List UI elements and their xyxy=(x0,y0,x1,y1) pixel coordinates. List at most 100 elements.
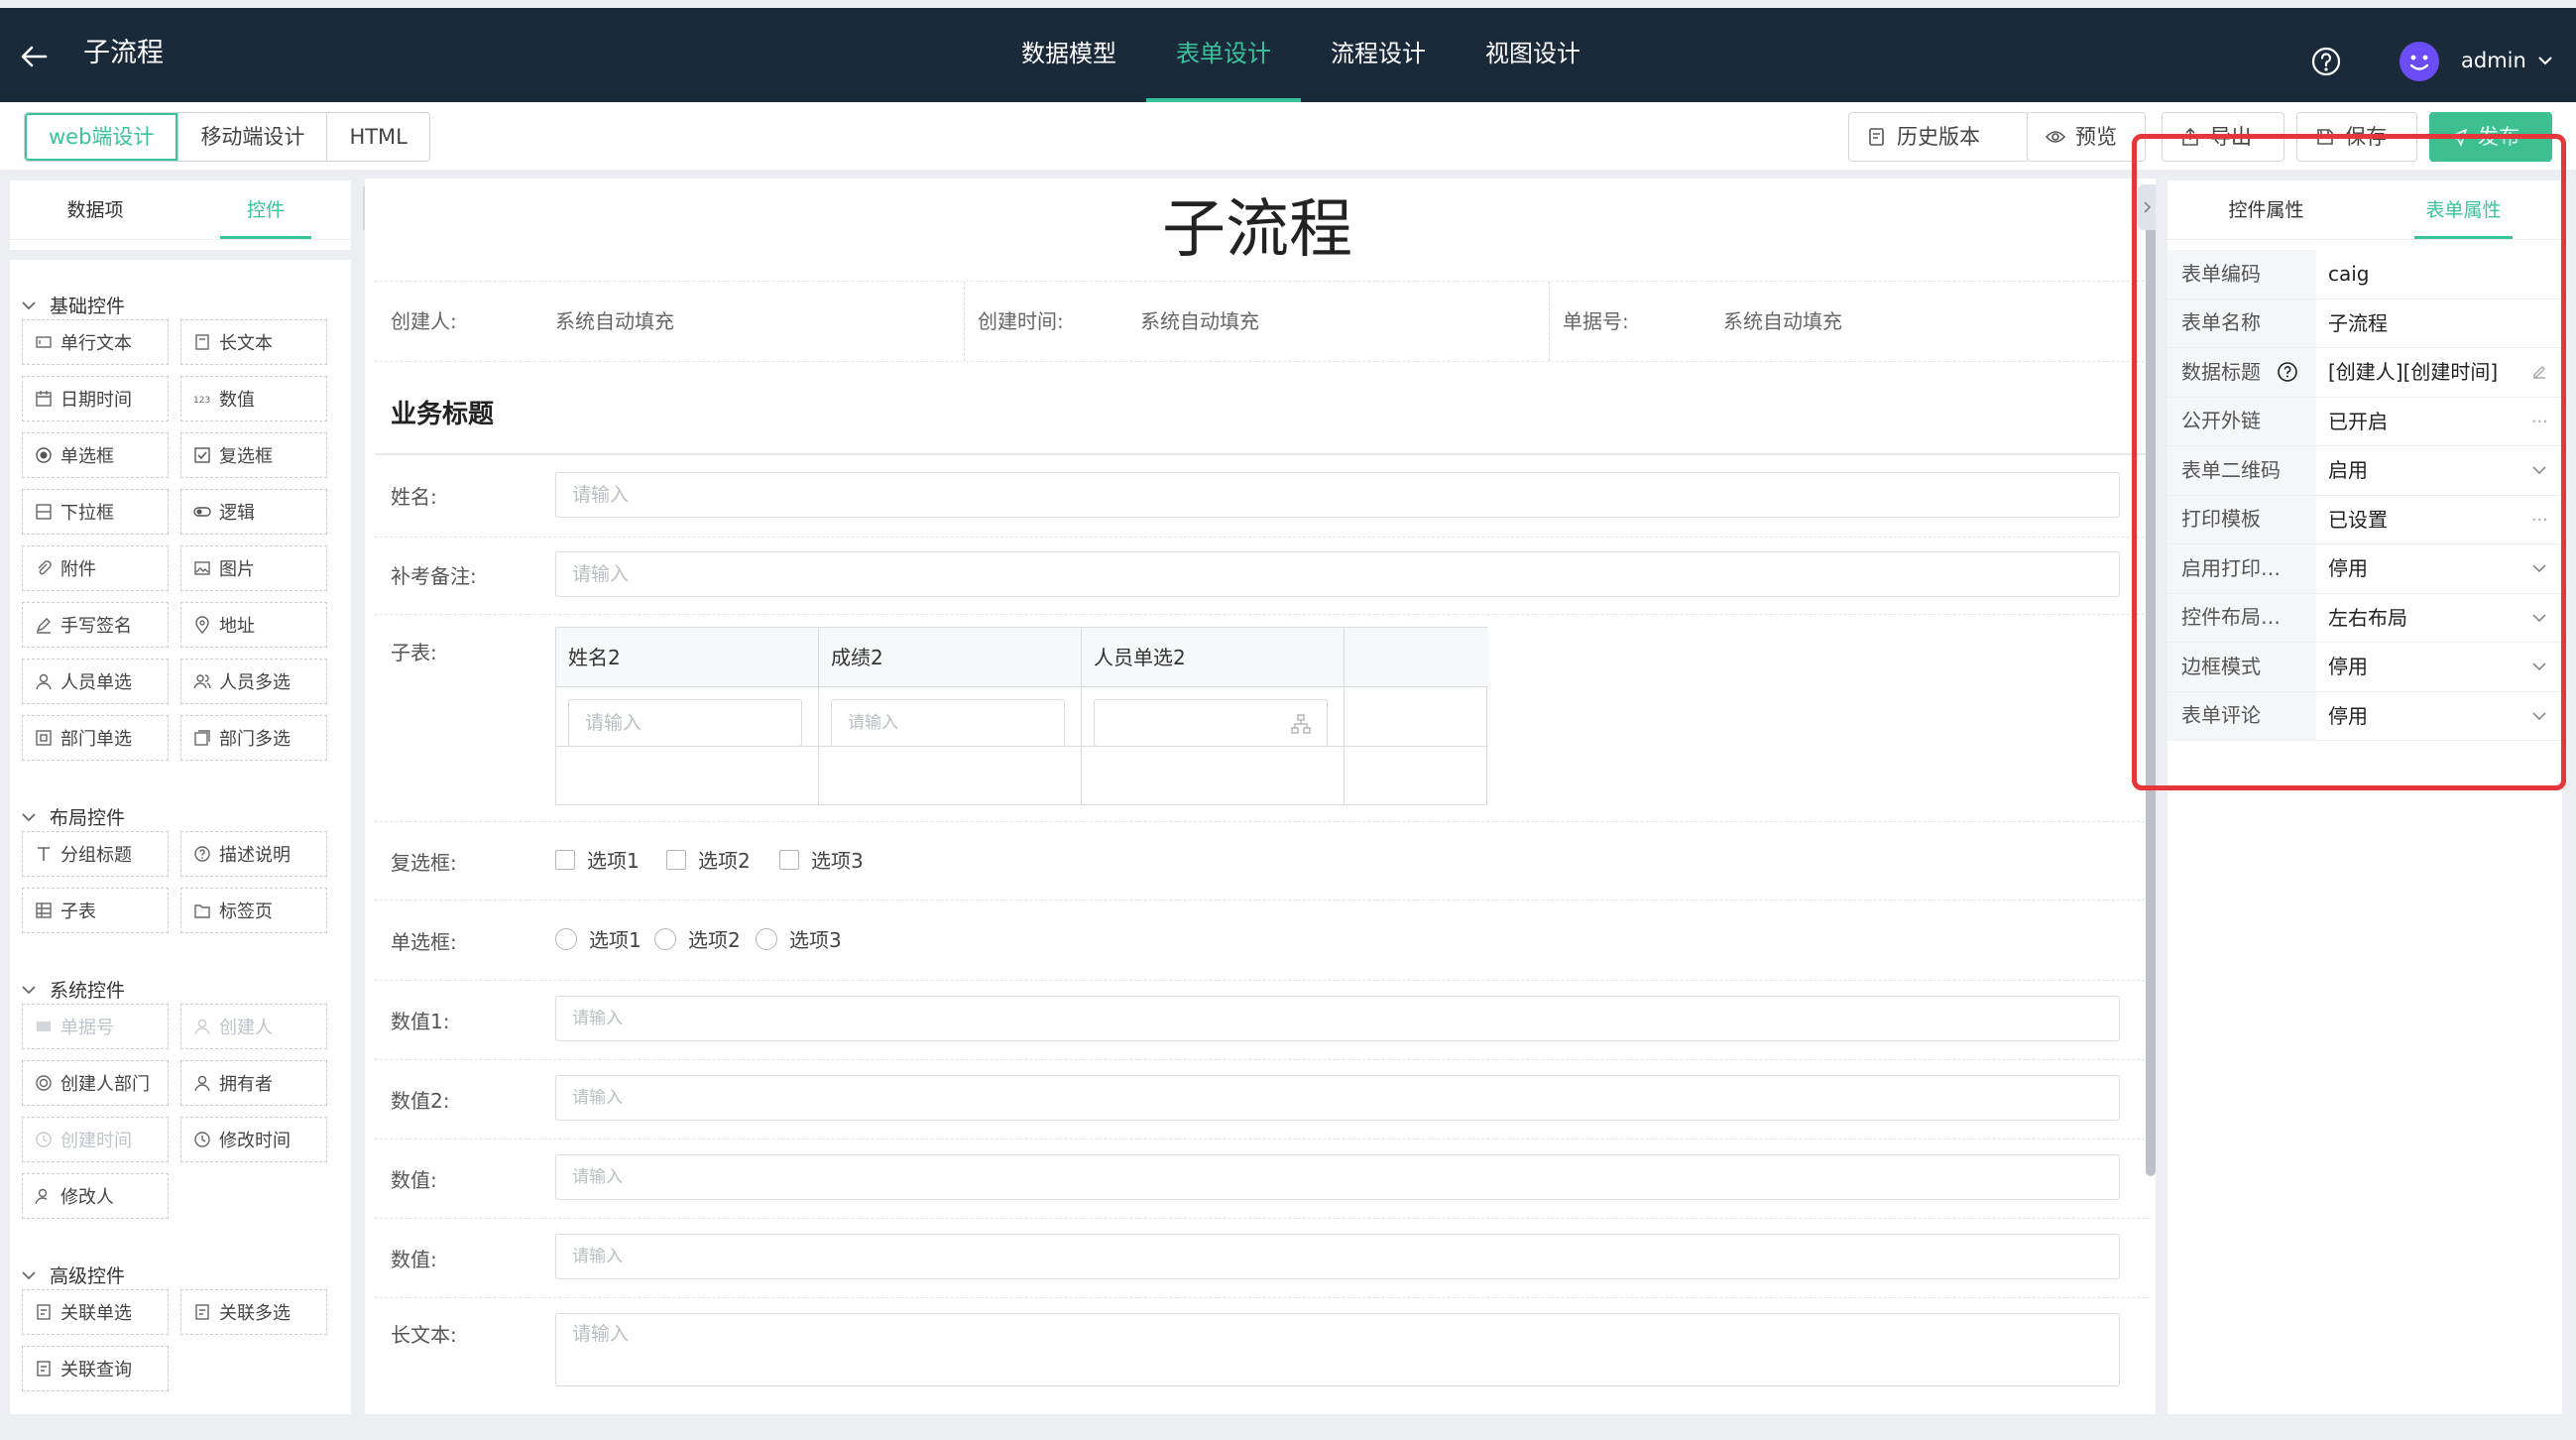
mode-mobile-design[interactable]: 移动端设计 xyxy=(177,113,326,161)
mode-html[interactable]: HTML xyxy=(326,113,428,161)
user-icon xyxy=(194,1075,210,1092)
control-single-line-text[interactable]: 单行文本 xyxy=(22,319,169,365)
group-system[interactable]: 系统控件 xyxy=(20,976,125,1003)
text-field-icon xyxy=(36,336,52,348)
edit-icon[interactable] xyxy=(2530,363,2548,381)
control-dept-multi[interactable]: 部门多选 xyxy=(180,715,327,761)
subtable-cell: 请输入 xyxy=(819,687,1082,747)
group-layout[interactable]: 布局控件 xyxy=(20,803,125,830)
enable-print-select[interactable]: 停用 xyxy=(2316,544,2562,593)
save-label: 保存 xyxy=(2345,125,2387,149)
help-icon[interactable] xyxy=(2310,46,2342,77)
number2-input[interactable]: 请输入 xyxy=(555,1075,2120,1121)
tab-form-properties[interactable]: 表单属性 xyxy=(2365,180,2562,239)
publish-button[interactable]: 发布 xyxy=(2429,112,2552,162)
form-code-input[interactable]: caig xyxy=(2316,250,2562,299)
radio-option-3[interactable]: 选项3 xyxy=(756,924,842,953)
control-description[interactable]: 描述说明 xyxy=(180,831,327,877)
longtext-textarea[interactable]: 请输入 xyxy=(555,1313,2120,1386)
radio-option-1[interactable]: 选项1 xyxy=(555,924,642,953)
border-mode-select[interactable]: 停用 xyxy=(2316,643,2562,691)
back-arrow-icon[interactable] xyxy=(18,42,50,71)
question-circle-icon xyxy=(2278,362,2297,383)
control-relation-single[interactable]: 关联单选 xyxy=(22,1289,169,1335)
control-modified-time[interactable]: 修改时间 xyxy=(180,1117,327,1162)
send-icon xyxy=(2448,127,2468,147)
remark-input[interactable]: 请输入 xyxy=(555,551,2120,597)
nav-tab-data-model[interactable]: 数据模型 xyxy=(992,8,1146,102)
subtable[interactable]: 姓名2 成绩2 人员单选2 请输入 请输入 xyxy=(555,627,1488,805)
subtable-user-picker[interactable] xyxy=(1094,699,1328,747)
control-image[interactable]: 图片 xyxy=(180,545,327,591)
group-advanced[interactable]: 高级控件 xyxy=(20,1261,125,1288)
save-button[interactable]: 保存 xyxy=(2296,112,2417,162)
checkbox-option-2[interactable]: 选项2 xyxy=(666,845,751,874)
field-label-number1: 数值1: xyxy=(391,1010,450,1033)
control-subtable[interactable]: 子表 xyxy=(22,888,169,933)
control-owner[interactable]: 拥有者 xyxy=(180,1060,327,1106)
export-button[interactable]: 导出 xyxy=(2162,112,2284,162)
name-input[interactable]: 请输入 xyxy=(555,472,2120,518)
form-title: 子流程 xyxy=(1162,193,1352,267)
export-label: 导出 xyxy=(2210,125,2252,149)
tab-control-properties[interactable]: 控件属性 xyxy=(2167,180,2365,239)
avatar[interactable] xyxy=(2400,42,2439,81)
chevron-down-icon xyxy=(2530,707,2548,725)
form-comment-select[interactable]: 停用 xyxy=(2316,692,2562,741)
nav-tab-view-design[interactable]: 视图设计 xyxy=(1456,8,1610,102)
control-user-multi[interactable]: 人员多选 xyxy=(180,659,327,704)
group-title: 高级控件 xyxy=(50,1265,126,1287)
collapse-right-panel-handle[interactable] xyxy=(2138,184,2156,230)
preview-button[interactable]: 预览 xyxy=(2027,112,2146,162)
subtable-name-input[interactable]: 请输入 xyxy=(568,699,802,747)
control-relation-multi[interactable]: 关联多选 xyxy=(180,1289,327,1335)
nav-tab-flow-design[interactable]: 流程设计 xyxy=(1301,8,1456,102)
radio-option-2[interactable]: 选项2 xyxy=(654,924,741,953)
control-address[interactable]: 地址 xyxy=(180,602,327,648)
number1-input[interactable]: 请输入 xyxy=(555,996,2120,1041)
print-template-value[interactable]: 已设置 ··· xyxy=(2316,496,2562,544)
checkbox-option-3[interactable]: 选项3 xyxy=(779,845,864,874)
number3-input[interactable]: 请输入 xyxy=(555,1154,2120,1200)
control-creator-dept[interactable]: 创建人部门 xyxy=(22,1060,169,1106)
checkbox-option-1[interactable]: 选项1 xyxy=(555,845,640,874)
user-name[interactable]: admin xyxy=(2461,46,2526,75)
qrcode-select[interactable]: 启用 xyxy=(2316,446,2562,495)
nav-tab-form-design[interactable]: 表单设计 xyxy=(1146,8,1301,102)
control-number[interactable]: 123 数值 xyxy=(180,376,327,421)
control-user-single[interactable]: 人员单选 xyxy=(22,659,169,704)
group-basic[interactable]: 基础控件 xyxy=(20,292,125,318)
control-list: 基础控件 单行文本 长文本 日期时间 123 数值 单选框 复选框 下拉框 逻辑 … xyxy=(10,250,351,1414)
subtable-header-empty xyxy=(1345,628,1488,687)
control-radio[interactable]: 单选框 xyxy=(22,432,169,478)
subtable-score-input[interactable]: 请输入 xyxy=(831,699,1065,747)
chevron-down-icon[interactable] xyxy=(2536,52,2554,69)
control-attachment[interactable]: 附件 xyxy=(22,545,169,591)
control-modifier[interactable]: 修改人 xyxy=(22,1173,169,1219)
chevron-down-icon xyxy=(2530,658,2548,675)
control-dept-single[interactable]: 部门单选 xyxy=(22,715,169,761)
control-group-title[interactable]: 分组标题 xyxy=(22,831,169,877)
control-layout-select[interactable]: 左右布局 xyxy=(2316,594,2562,643)
tab-data-items[interactable]: 数据项 xyxy=(10,180,180,239)
control-dropdown[interactable]: 下拉框 xyxy=(22,489,169,535)
control-logic[interactable]: 逻辑 xyxy=(180,489,327,535)
control-checkbox[interactable]: 复选框 xyxy=(180,432,327,478)
data-title-value[interactable]: [创建人][创建时间] xyxy=(2316,348,2562,397)
sys-field-created-time-label: 创建时间: xyxy=(978,309,1064,333)
tab-controls[interactable]: 控件 xyxy=(180,180,351,239)
checkbox xyxy=(666,849,686,870)
control-long-text[interactable]: 长文本 xyxy=(180,319,327,365)
public-link-value[interactable]: 已开启 ··· xyxy=(2316,398,2562,446)
control-signature[interactable]: 手写签名 xyxy=(22,602,169,648)
form-name-input[interactable]: 子流程 xyxy=(2316,300,2562,348)
control-relation-query[interactable]: 关联查询 xyxy=(22,1346,169,1391)
mode-web-design[interactable]: web端设计 xyxy=(25,113,178,161)
history-version-button[interactable]: 历史版本 xyxy=(1848,112,2029,162)
control-datetime[interactable]: 日期时间 xyxy=(22,376,169,421)
canvas-scrollbar[interactable] xyxy=(2146,184,2156,1176)
more-icon[interactable]: ··· xyxy=(2531,398,2548,446)
number4-input[interactable]: 请输入 xyxy=(555,1234,2120,1279)
control-tabs[interactable]: 标签页 xyxy=(180,888,327,933)
more-icon[interactable]: ··· xyxy=(2531,496,2548,544)
